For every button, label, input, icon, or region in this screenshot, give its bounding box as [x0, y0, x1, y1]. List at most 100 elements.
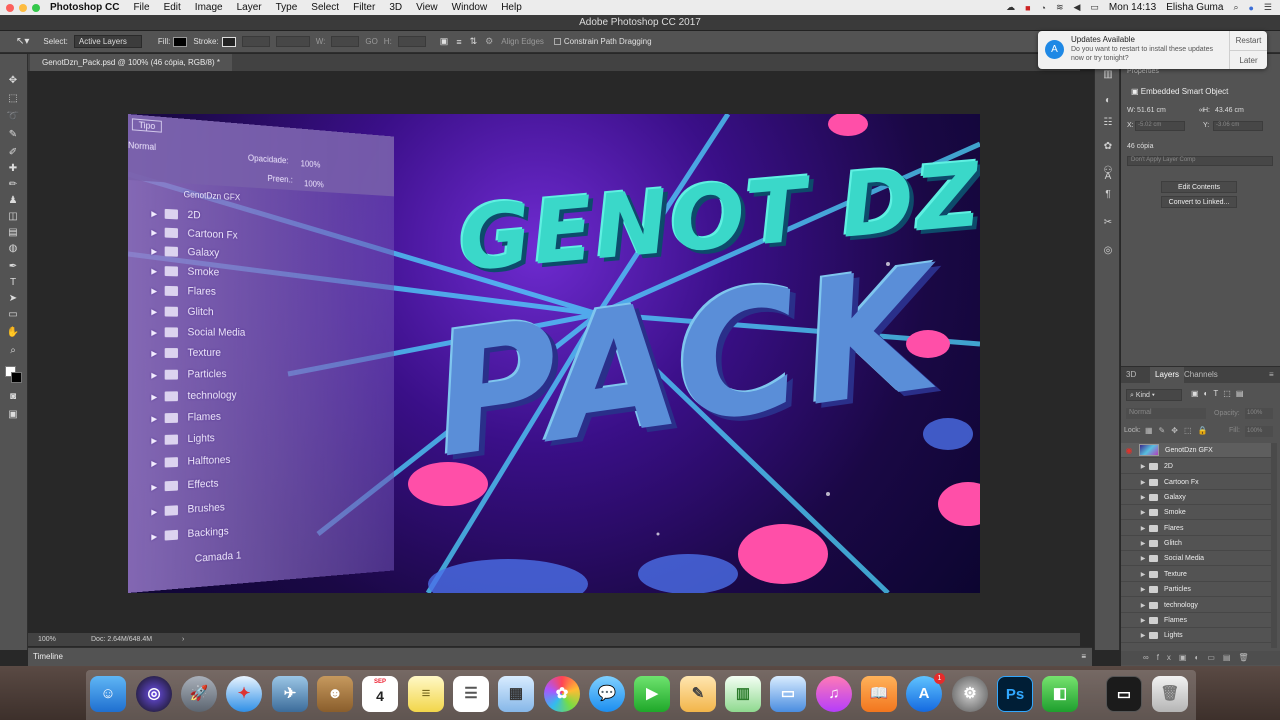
hand-tool-icon[interactable]: ✋ [6, 326, 20, 340]
layer-row[interactable]: ▶ Smoke [1121, 505, 1271, 520]
expand-arrow-icon[interactable]: ▶ [1137, 602, 1149, 609]
preview-icon[interactable]: ✈ [272, 676, 308, 712]
eraser-tool-icon[interactable]: ◫ [6, 210, 20, 224]
system-preferences-icon[interactable]: ⚙ [952, 676, 988, 712]
layer-row[interactable]: ▶ Lights [1121, 628, 1271, 643]
filter-icons[interactable]: ▣◐T⬚▤ [1191, 389, 1248, 398]
expand-arrow-icon[interactable]: ▶ [1137, 540, 1149, 547]
facetime-icon[interactable]: ▶ [634, 676, 670, 712]
expand-arrow-icon[interactable]: ▶ [1137, 632, 1149, 639]
blend-mode-select[interactable]: Normal [1126, 408, 1206, 419]
siri-icon[interactable]: ◎ [136, 676, 172, 712]
cloud-icon[interactable]: ◎ [1101, 244, 1115, 258]
numbers-icon[interactable]: ▥ [725, 676, 761, 712]
sliders-icon[interactable]: ☷ [1101, 116, 1115, 130]
eye-icon[interactable] [1121, 567, 1137, 582]
menu-file[interactable]: File [133, 2, 149, 13]
path-operations-icon[interactable]: ▣ [440, 36, 449, 47]
panel-menu-icon[interactable]: ≡ [1081, 648, 1086, 666]
h-value[interactable]: 43.46 cm [1215, 107, 1244, 114]
path-arrangement-icon[interactable]: ⇅ [470, 36, 478, 47]
creative-cloud-icon[interactable]: ☁ [1006, 2, 1015, 13]
trash-icon[interactable]: 🗑 [1152, 676, 1188, 712]
menu-filter[interactable]: Filter [353, 2, 375, 13]
lock-icons[interactable]: ▦✎✥⬚🔒 [1145, 426, 1213, 435]
stroke-type-field[interactable] [275, 36, 310, 47]
siri-icon[interactable]: ● [1248, 3, 1253, 13]
layer-row[interactable]: ▶ technology [1121, 598, 1271, 613]
ibooks-icon[interactable]: 📖 [861, 676, 897, 712]
layer-row[interactable]: ▶ Flares [1121, 521, 1271, 536]
app-menu[interactable]: Photoshop CC [50, 2, 119, 13]
messages-icon[interactable]: 💬 [589, 676, 625, 712]
move-tool-icon[interactable]: ✥ [6, 74, 20, 88]
layer-row[interactable]: ◉ GenotDzn GFX [1121, 443, 1271, 458]
layers-footer-icons[interactable]: ∞fx▣◐▭▤🗑 [1121, 651, 1280, 665]
expand-arrow-icon[interactable]: ▶ [1137, 463, 1149, 470]
keynote-icon[interactable]: ▭ [770, 676, 806, 712]
launchpad-icon[interactable]: 🚀 [181, 676, 217, 712]
edit-contents-button[interactable]: Edit Contents [1161, 181, 1237, 193]
restart-button[interactable]: Restart [1230, 31, 1267, 50]
screen-mode-icon[interactable]: ▣ [6, 408, 20, 422]
eye-icon[interactable] [1121, 505, 1137, 520]
reminders-icon[interactable]: ☰ [453, 676, 489, 712]
shape-tool-icon[interactable]: ▭ [6, 308, 20, 322]
document-tab[interactable]: GenotDzn_Pack.psd @ 100% (46 cópia, RGB/… [30, 54, 232, 71]
expand-arrow-icon[interactable]: ▶ [1137, 571, 1149, 578]
layers-scrollbar[interactable] [1271, 443, 1277, 648]
zoom-tool-icon[interactable]: ⌕ [6, 344, 20, 358]
wifi-icon[interactable]: ≋ [1056, 2, 1064, 13]
layer-row[interactable]: ▶ Flames [1121, 613, 1271, 628]
minimize-window-button[interactable] [19, 3, 27, 12]
layer-row[interactable]: ▶ 2D [1121, 459, 1271, 474]
notification-icon[interactable]: ◔ [1041, 3, 1046, 13]
contacts-icon[interactable]: ☻ [317, 676, 353, 712]
y-field[interactable]: -3.06 cm [1213, 121, 1263, 131]
opacity-field[interactable]: 100% [1245, 408, 1273, 419]
w-field[interactable] [331, 36, 360, 47]
pages-icon[interactable]: ✎ [680, 676, 716, 712]
eye-icon[interactable] [1121, 582, 1137, 597]
notes-icon[interactable]: ≡ [408, 676, 444, 712]
stroke-swatch[interactable] [221, 36, 236, 47]
menu-layer[interactable]: Layer [237, 2, 262, 13]
convert-to-linked-button[interactable]: Convert to Linked... [1161, 196, 1237, 208]
paragraph-icon[interactable]: ¶ [1101, 188, 1115, 202]
layer-comp-select[interactable]: Don't Apply Layer Comp [1127, 156, 1273, 166]
expand-arrow-icon[interactable]: ▶ [1137, 555, 1149, 562]
eye-icon[interactable]: ◉ [1121, 443, 1137, 458]
eye-icon[interactable] [1121, 598, 1137, 613]
camtasia-icon[interactable]: ◧ [1042, 676, 1078, 712]
dodge-tool-icon[interactable]: ◍ [6, 242, 20, 256]
gear-icon[interactable]: ⚙ [485, 36, 493, 47]
menu-help[interactable]: Help [501, 2, 522, 13]
expand-arrow-icon[interactable]: ▶ [1137, 525, 1149, 532]
eye-icon[interactable] [1121, 459, 1137, 474]
panel-menu-icon[interactable]: ≡ [1269, 367, 1274, 383]
lasso-tool-icon[interactable]: ➰ [6, 110, 20, 124]
layer-row[interactable]: ▶ Cartoon Fx [1121, 475, 1271, 490]
volume-icon[interactable]: ◀ [1073, 2, 1080, 13]
timeline-tab[interactable]: Timeline [33, 652, 63, 661]
close-window-button[interactable] [6, 3, 14, 12]
quick-mask-icon[interactable]: ◙ [6, 390, 20, 404]
layer-row[interactable]: ▶ Social Media [1121, 551, 1271, 566]
menu-type[interactable]: Type [276, 2, 298, 13]
record-icon[interactable]: ■ [1025, 3, 1030, 13]
align-edges-label[interactable]: Align Edges [501, 37, 544, 46]
menu-window[interactable]: Window [452, 2, 488, 13]
styles-icon[interactable]: ✿ [1101, 140, 1115, 154]
w-value[interactable]: 51.61 cm [1137, 107, 1166, 114]
constrain-checkbox[interactable] [553, 38, 561, 45]
tools-presets-icon[interactable]: ✂ [1101, 216, 1115, 230]
eye-icon[interactable] [1121, 475, 1137, 490]
type-tool-icon[interactable]: T [6, 276, 20, 290]
itunes-icon[interactable]: ♫ [816, 676, 852, 712]
layer-row[interactable]: ▶ Glitch [1121, 536, 1271, 551]
photos-icon[interactable]: ✿ [544, 676, 580, 712]
later-button[interactable]: Later [1230, 50, 1267, 69]
quick-select-tool-icon[interactable]: ✎ [6, 128, 20, 142]
move-tool-preset-icon[interactable]: ↖▾ [16, 36, 29, 47]
eye-icon[interactable] [1121, 551, 1137, 566]
